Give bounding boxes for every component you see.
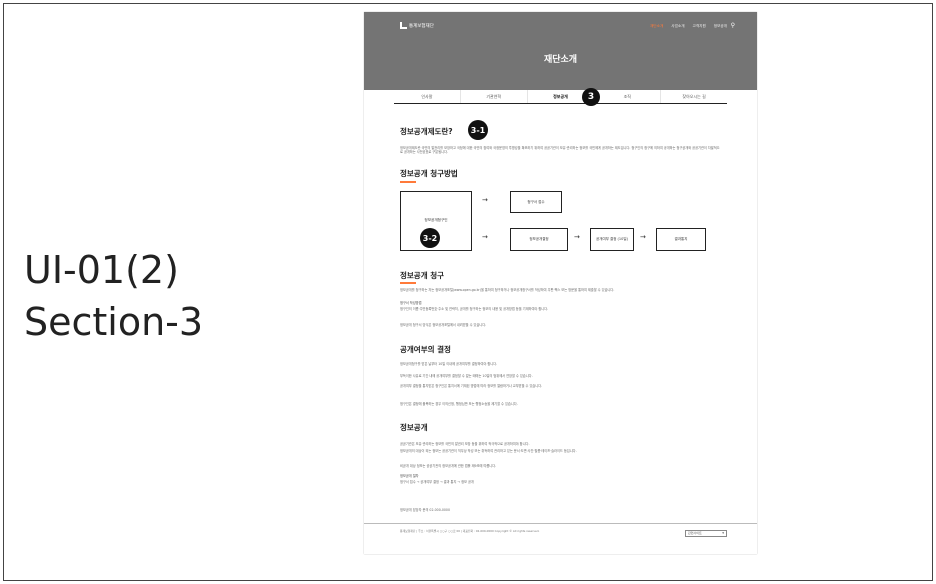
- section-title-request: 정보공개 청구: [400, 271, 445, 280]
- flow-step-period: 공개여부 결정 (10일): [590, 228, 634, 251]
- section-title-method: 정보공개 청구방법: [400, 169, 458, 178]
- request-body: 정보공개를 청구하는 자는 정보공개포털(www.open.go.kr)을 통하…: [400, 288, 615, 292]
- sub-nav-item[interactable]: 조직: [594, 90, 662, 103]
- disclosure-body-1: 공공기관은 보유·관리하는 정보를 국민의 알권리 보장 등을 위하여 적극적으…: [400, 442, 530, 446]
- disclosure-body-4: 청구서 접수 → 공개여부 결정 → 결과 통지 → 정보 공개: [400, 480, 474, 484]
- page-title: 재단소개: [543, 55, 578, 65]
- annotation-badge-3-2: 3-2: [420, 228, 440, 248]
- section-title-disclosure: 정보공개: [400, 423, 428, 432]
- decision-body-1: 정보공개청구를 받은 날부터 10일 이내에 공개여부를 결정하여야 합니다.: [400, 362, 498, 366]
- logo[interactable]: 통계보험재단: [400, 22, 434, 29]
- request-body-3: 정보공개 청구서 양식은 정보공개포털에서 내려받을 수 있습니다.: [400, 323, 487, 327]
- section-title-what-is: 정보공개제도란?: [400, 127, 453, 136]
- what-is-body: 정보공개제도란 국민의 알권리를 보장하고 국정에 대한 국민의 참여와 국정운…: [400, 146, 720, 155]
- search-icon[interactable]: ⚲: [731, 22, 735, 29]
- hero-header: 통계보험재단 재단소개 사업소개 고객지원 정보공개 ⚲ 재단소개: [364, 12, 757, 90]
- title-underline: [400, 282, 416, 284]
- top-nav-item[interactable]: 고객지원: [693, 24, 706, 29]
- top-nav-item[interactable]: 정보공개: [714, 24, 727, 29]
- flow-requester-label: 정보공개청구인: [424, 218, 448, 222]
- request-body-2: 청구인의 이름·주민등록번호·주소 및 연락처, 공개를 청구하는 정보의 내용…: [400, 307, 549, 311]
- disclosure-contact: 정보공개 담당자 문의 02-000-0000: [400, 508, 450, 512]
- annotation-badge-3-1: 3-1: [468, 120, 488, 140]
- decision-body-3: 공개여부 결정을 통지받은 청구인은 통지서에 기재된 방법에 따라 정보를 열…: [400, 384, 543, 388]
- flow-step-notify: 결과통지: [656, 228, 706, 251]
- disclosure-body-3: 비공개 대상 정보는 공공기관의 정보공개에 관한 법률 제9조에 따릅니다.: [400, 464, 497, 468]
- disclosure-body-2: 정보공개의 대상이 되는 정보는 공공기관이 직무상 작성 또는 취득하여 관리…: [400, 449, 577, 453]
- page-mockup: 통계보험재단 재단소개 사업소개 고객지원 정보공개 ⚲ 재단소개 인사말 기관…: [364, 12, 757, 554]
- section-badge: 3: [582, 88, 600, 106]
- flow-arrow: →: [640, 233, 646, 241]
- title-underline: [400, 181, 416, 183]
- request-label: 청구서 작성방법: [400, 301, 422, 305]
- decision-body-4: 청구인은 결정에 불복하는 경우 이의신청, 행정심판 또는 행정소송을 제기할…: [400, 402, 518, 406]
- flow-arrow: →: [482, 233, 488, 241]
- flow-step-receive: 청구서 접수: [510, 191, 562, 213]
- footer-text: 통계보험재단 | 주소 : 서울특별시 ○○구 ○○로 00 | 대표전화 : …: [400, 529, 540, 533]
- decision-body-2: 부득이한 사유로 기간 내에 공개여부를 결정할 수 없는 때에는 10일의 범…: [400, 374, 533, 378]
- section-title-decision: 공개여부의 결정: [400, 345, 451, 354]
- footer: 통계보험재단 | 주소 : 서울특별시 ○○구 ○○로 00 | 대표전화 : …: [364, 523, 757, 554]
- top-nav-item[interactable]: 재단소개: [650, 24, 663, 29]
- top-nav: 재단소개 사업소개 고객지원 정보공개: [650, 24, 727, 29]
- slide-label-id: UI-01(2): [24, 248, 179, 292]
- sub-nav-item[interactable]: 인사말: [394, 90, 461, 103]
- sub-nav-item[interactable]: 기관연혁: [461, 90, 528, 103]
- slide-label: UI-01(2) Section-3: [24, 244, 203, 348]
- flow-step-decision: 정보공개결정: [510, 228, 568, 251]
- sub-nav-item[interactable]: 찾아오시는 길: [661, 90, 727, 103]
- logo-icon: [400, 22, 407, 29]
- sub-nav: 인사말 기관연혁 정보공개 조직 찾아오시는 길: [394, 90, 727, 104]
- disclosure-label: 정보공개 절차: [400, 474, 419, 478]
- slide-label-section: Section-3: [24, 300, 204, 344]
- logo-text: 통계보험재단: [409, 23, 434, 29]
- top-nav-item[interactable]: 사업소개: [671, 24, 684, 29]
- flow-arrow: →: [482, 196, 488, 204]
- family-site-select[interactable]: 관련사이트: [685, 530, 727, 537]
- flow-arrow: →: [574, 233, 580, 241]
